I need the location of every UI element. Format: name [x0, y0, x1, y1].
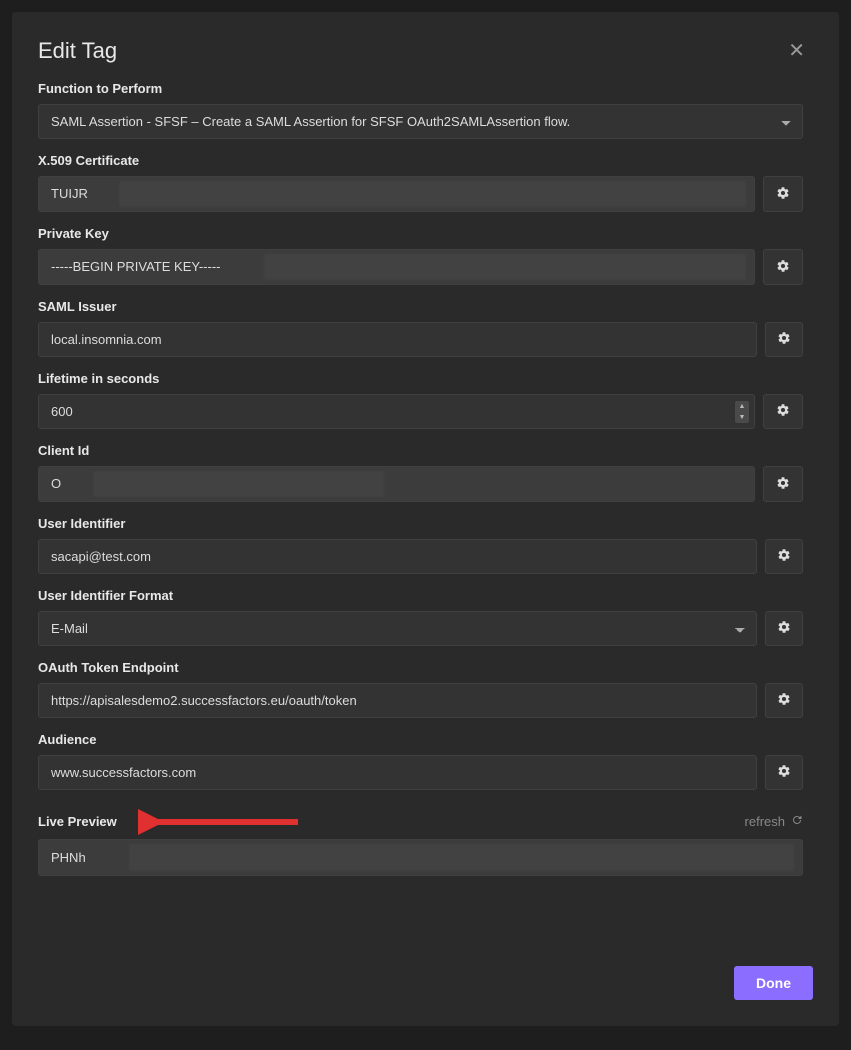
saml-issuer-settings-button[interactable] — [765, 322, 803, 357]
user-identifier-settings-button[interactable] — [765, 539, 803, 574]
gear-icon — [776, 186, 790, 203]
saml-issuer-label: SAML Issuer — [38, 299, 803, 314]
live-preview-value: PHNh — [51, 850, 86, 865]
oauth-endpoint-settings-button[interactable] — [765, 683, 803, 718]
edit-tag-modal: Edit Tag ✕ Function to Perform SAML Asse… — [12, 12, 839, 1026]
audience-input[interactable] — [38, 755, 757, 790]
refresh-button[interactable]: refresh — [745, 814, 803, 829]
live-preview-output: PHNh — [38, 839, 803, 876]
gear-icon — [777, 764, 791, 781]
live-preview-title: Live Preview — [38, 814, 117, 829]
user-identifier-label: User Identifier — [38, 516, 803, 531]
close-button[interactable]: ✕ — [780, 34, 813, 67]
gear-icon — [777, 331, 791, 348]
annotation-arrow — [138, 808, 308, 836]
function-select[interactable]: SAML Assertion - SFSF – Create a SAML As… — [38, 104, 803, 139]
field-user-identifier-format: User Identifier Format E-Mail — [38, 588, 803, 646]
modal-title: Edit Tag — [38, 38, 117, 64]
x509-label: X.509 Certificate — [38, 153, 803, 168]
user-identifier-format-label: User Identifier Format — [38, 588, 803, 603]
field-lifetime: Lifetime in seconds ▲▼ — [38, 371, 803, 429]
close-icon: ✕ — [788, 40, 805, 62]
gear-icon — [776, 476, 790, 493]
modal-header: Edit Tag ✕ — [12, 12, 839, 81]
field-oauth-endpoint: OAuth Token Endpoint — [38, 660, 803, 718]
saml-issuer-input[interactable] — [38, 322, 757, 357]
scroll-area[interactable]: Function to Perform SAML Assertion - SFS… — [38, 81, 817, 944]
user-identifier-format-settings-button[interactable] — [765, 611, 803, 646]
audience-label: Audience — [38, 732, 803, 747]
field-x509: X.509 Certificate TUIJR — [38, 153, 803, 212]
refresh-icon — [791, 814, 803, 829]
field-audience: Audience — [38, 732, 803, 790]
x509-settings-button[interactable] — [763, 176, 803, 212]
oauth-endpoint-input[interactable] — [38, 683, 757, 718]
client-id-value: O — [51, 476, 61, 491]
lifetime-label: Lifetime in seconds — [38, 371, 803, 386]
modal-footer: Done — [12, 944, 839, 1026]
gear-icon — [777, 692, 791, 709]
oauth-endpoint-label: OAuth Token Endpoint — [38, 660, 803, 675]
gear-icon — [777, 620, 791, 637]
x509-value: TUIJR — [51, 186, 88, 201]
field-client-id: Client Id O — [38, 443, 803, 502]
lifetime-stepper[interactable]: ▲▼ — [735, 401, 749, 423]
x509-input[interactable]: TUIJR — [38, 176, 755, 212]
client-id-label: Client Id — [38, 443, 803, 458]
client-id-input[interactable]: O — [38, 466, 755, 502]
lifetime-settings-button[interactable] — [763, 394, 803, 429]
field-saml-issuer: SAML Issuer — [38, 299, 803, 357]
client-id-settings-button[interactable] — [763, 466, 803, 502]
gear-icon — [776, 259, 790, 276]
modal-body: Function to Perform SAML Assertion - SFS… — [12, 81, 839, 944]
gear-icon — [777, 548, 791, 565]
private-key-value: -----BEGIN PRIVATE KEY----- — [51, 259, 220, 274]
private-key-input[interactable]: -----BEGIN PRIVATE KEY----- — [38, 249, 755, 285]
live-preview-section: Live Preview refresh — [38, 814, 803, 876]
user-identifier-input[interactable] — [38, 539, 757, 574]
refresh-label: refresh — [745, 814, 785, 829]
done-button[interactable]: Done — [734, 966, 813, 1000]
field-private-key: Private Key -----BEGIN PRIVATE KEY----- — [38, 226, 803, 285]
private-key-label: Private Key — [38, 226, 803, 241]
private-key-settings-button[interactable] — [763, 249, 803, 285]
field-function: Function to Perform SAML Assertion - SFS… — [38, 81, 803, 139]
gear-icon — [776, 403, 790, 420]
lifetime-input[interactable] — [38, 394, 755, 429]
function-label: Function to Perform — [38, 81, 803, 96]
audience-settings-button[interactable] — [765, 755, 803, 790]
user-identifier-format-select[interactable]: E-Mail — [38, 611, 757, 646]
field-user-identifier: User Identifier — [38, 516, 803, 574]
